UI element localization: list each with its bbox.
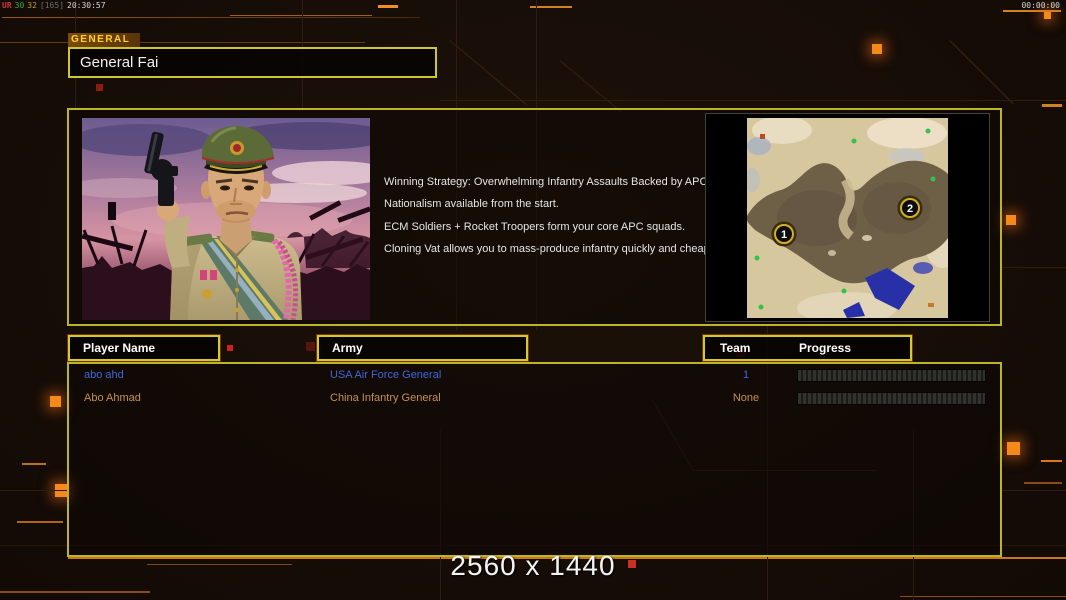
general-name: General Fai — [80, 54, 159, 71]
strategy-line: Winning Strategy: Overwhelming Infantry … — [384, 176, 713, 188]
circuit-line — [22, 463, 46, 465]
circuit-line — [900, 596, 1066, 597]
general-info-panel: Winning Strategy: Overwhelming Infantry … — [67, 108, 1002, 326]
player-name: Abo Ahmad — [84, 392, 141, 404]
player-row: abo ahd USA Air Force General 1 — [69, 367, 1000, 385]
game-lobby-screen: UR 30 32 [165] 20:30:57 00:00:00 GENERAL Gen… — [0, 0, 1066, 600]
player-army: USA Air Force General — [330, 369, 442, 381]
header-team: Team — [720, 341, 751, 355]
dim-square — [96, 84, 103, 91]
strategy-line: Nationalism available from the start. — [384, 198, 559, 211]
header-army: Army — [317, 335, 528, 361]
header-team-progress: Team Progress — [703, 335, 912, 361]
minimap: 1 2 — [747, 118, 948, 318]
circuit-line — [1041, 460, 1062, 462]
circuit-line — [1002, 490, 1066, 491]
circuit-line — [17, 521, 63, 523]
player-list-panel: abo ahd USA Air Force General 1 Abo Ahma… — [67, 362, 1002, 557]
dim-square — [306, 342, 315, 351]
circuit-line — [449, 40, 527, 106]
circuit-line — [1003, 10, 1061, 12]
debug-overlay: UR 30 32 [165] 20:30:57 — [2, 1, 109, 10]
general-tab-label: GENERAL — [68, 33, 140, 47]
circuit-line — [949, 40, 1014, 105]
svg-text:1: 1 — [781, 229, 787, 241]
debug-bracket: [165] — [39, 1, 65, 10]
glow-square — [1006, 215, 1016, 225]
svg-text:2: 2 — [907, 203, 913, 215]
dim-square — [227, 345, 233, 351]
minimap-panel: 1 2 — [705, 113, 990, 322]
general-portrait — [82, 118, 370, 320]
start-position-2: 2 — [897, 195, 923, 221]
strategy-text: Winning Strategy: Overwhelming Infantry … — [384, 176, 720, 266]
player-army: China Infantry General — [330, 392, 441, 404]
debug-clock: 20:30:57 — [67, 1, 106, 10]
load-progress-bar — [797, 392, 986, 405]
circuit-line — [1002, 267, 1066, 268]
circuit-line — [559, 60, 622, 113]
glow-square — [1044, 12, 1051, 19]
circuit-line — [0, 490, 67, 491]
header-progress: Progress — [799, 341, 852, 355]
resolution-label: 2560 x 1440 — [450, 550, 616, 581]
strategy-line: Cloning Vat allows you to mass-produce i… — [384, 243, 720, 256]
circuit-line — [440, 100, 1066, 101]
general-name-box: General Fai — [68, 47, 437, 78]
circuit-line — [378, 5, 398, 8]
load-progress-bar — [797, 369, 986, 382]
circuit-line — [1024, 482, 1062, 484]
player-row: Abo Ahmad China Infantry General None — [69, 390, 1000, 408]
circuit-line — [0, 591, 150, 593]
circuit-line — [0, 42, 365, 43]
debug-fps: 30 — [14, 1, 25, 10]
glow-square — [50, 396, 61, 407]
map-marker-orange — [928, 303, 934, 307]
glow-square — [1007, 442, 1020, 455]
map-marker-red — [760, 134, 765, 139]
strategy-line: ECM Soldiers + Rocket Troopers form your… — [384, 220, 686, 233]
player-team: 1 — [742, 369, 750, 381]
circuit-line — [230, 15, 372, 16]
circuit-line — [2, 17, 420, 18]
start-position-1: 1 — [771, 221, 797, 247]
debug-value: 32 — [27, 1, 37, 10]
player-name: abo ahd — [84, 369, 124, 381]
player-team: None — [732, 392, 760, 404]
match-timer: 00:00:00 — [1021, 1, 1060, 10]
glow-square — [872, 44, 882, 54]
header-player-name: Player Name — [68, 335, 220, 361]
debug-label: UR — [2, 1, 12, 10]
circuit-line — [1042, 104, 1062, 107]
